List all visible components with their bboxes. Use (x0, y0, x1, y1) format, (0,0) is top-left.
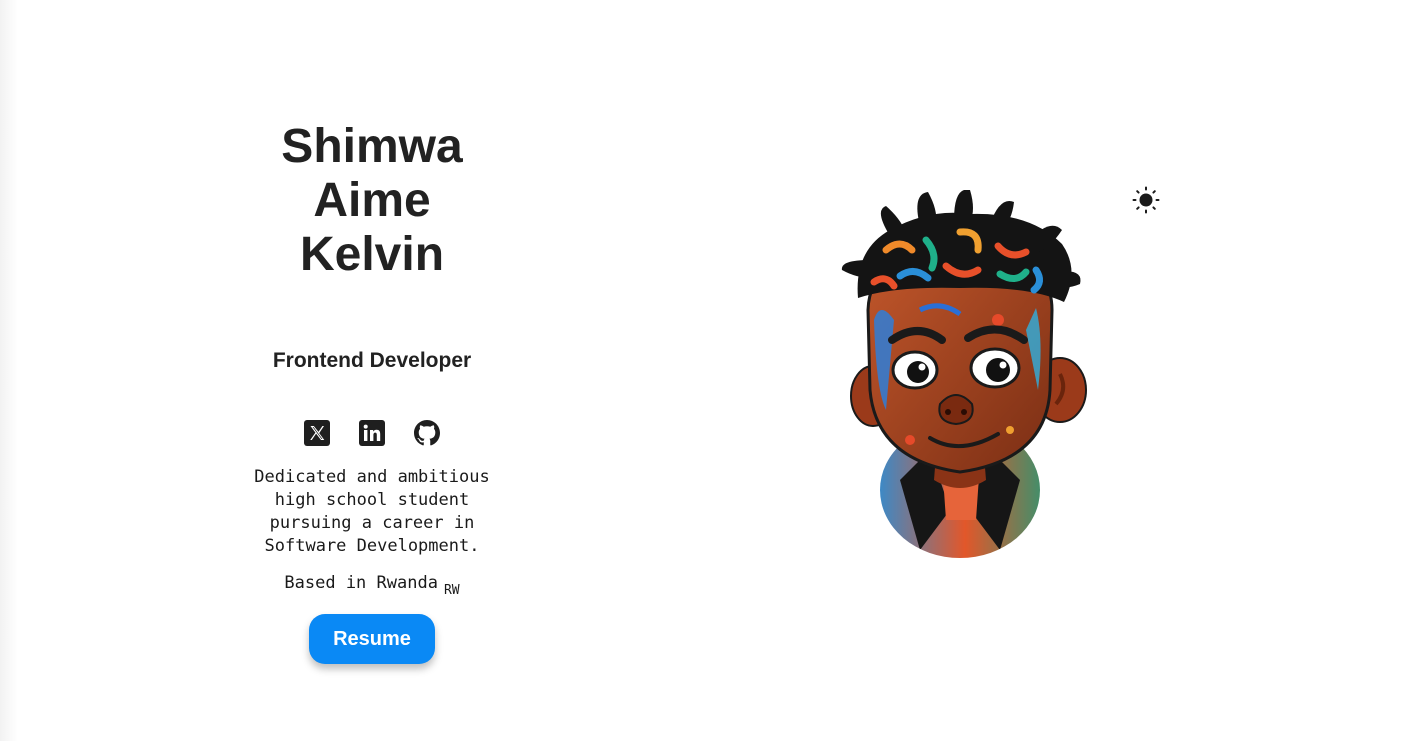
linkedin-link[interactable] (359, 420, 385, 446)
country-flag-code: RW (443, 583, 460, 598)
profile-name: Shimwa Aime Kelvin (222, 120, 522, 282)
resume-button[interactable]: Resume (309, 614, 435, 664)
bio-line: Software Development. (264, 536, 480, 556)
name-line: Kelvin (299, 228, 445, 281)
profile-section: Shimwa Aime Kelvin Frontend Developer De… (222, 120, 522, 664)
name-line: Aime (313, 174, 431, 227)
x-twitter-link[interactable] (304, 420, 330, 446)
portfolio-page: Shimwa Aime Kelvin Frontend Developer De… (0, 0, 1408, 741)
location: Based in Rwanda RW (222, 572, 522, 598)
bio-line: pursuing a career in (269, 513, 475, 533)
bio-line: Dedicated and ambitious (254, 467, 490, 487)
profile-role: Frontend Developer (272, 349, 472, 372)
left-edge-shadow (0, 0, 18, 741)
name-line: Shimwa (281, 120, 463, 173)
profile-bio: Dedicated and ambitious high school stud… (222, 466, 522, 558)
x-twitter-icon (304, 420, 330, 446)
theme-toggle-button[interactable] (1132, 186, 1160, 214)
avatar-illustration (841, 190, 1087, 558)
social-links (222, 420, 522, 446)
sun-icon (1132, 186, 1160, 214)
location-text: Based in Rwanda (284, 573, 438, 593)
github-icon (414, 420, 440, 446)
linkedin-icon (359, 420, 385, 446)
github-link[interactable] (414, 420, 440, 446)
bio-line: high school student (274, 490, 470, 510)
